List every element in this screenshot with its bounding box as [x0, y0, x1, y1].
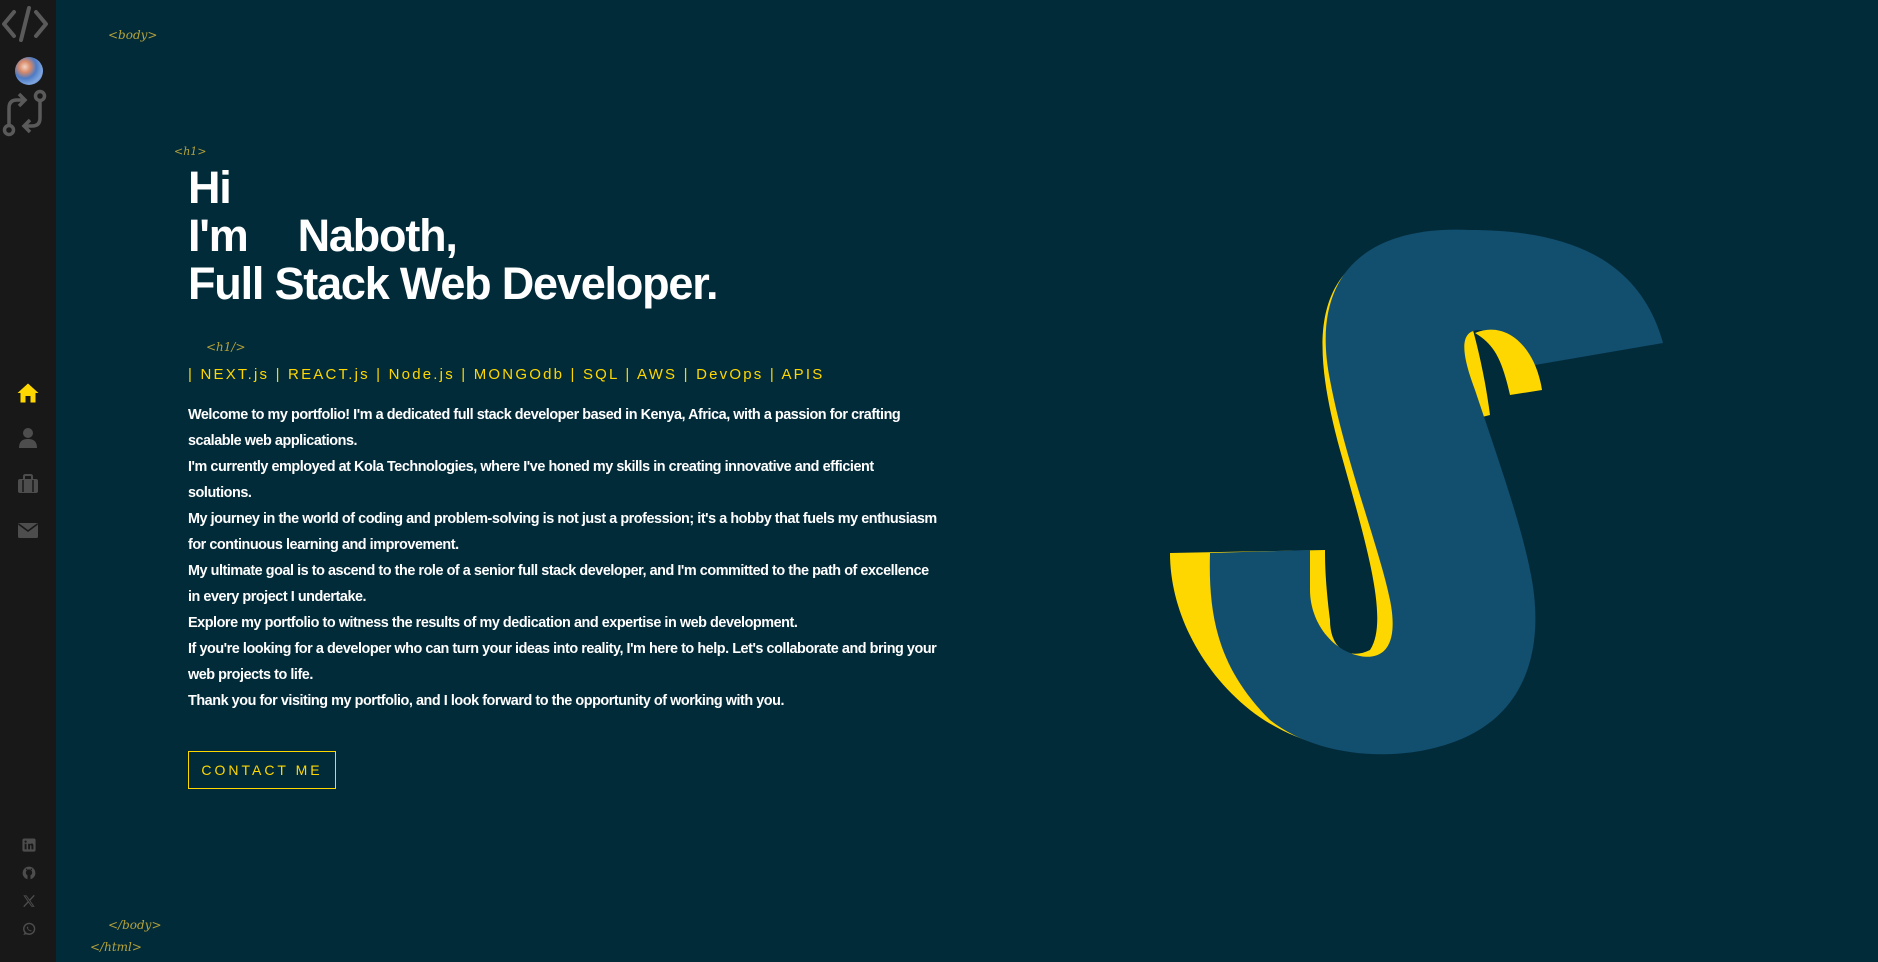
bio-paragraph: I'm currently employed at Kola Technolog… [188, 459, 874, 501]
s-logo-graphic [1170, 229, 1663, 755]
hero-greeting: Hi [188, 162, 232, 213]
user-icon[interactable] [16, 426, 40, 450]
bio-paragraph: My ultimate goal is to ascend to the rol… [188, 563, 929, 605]
hero-heading: Hi I'm Naboth, Full Stack Web Developer. [188, 162, 719, 309]
avatar[interactable] [15, 57, 43, 85]
h1-close-tag: <h1/> [206, 340, 246, 354]
body-close-tag: </body> [108, 918, 162, 932]
hero-name: Naboth, [297, 210, 458, 261]
envelope-icon[interactable] [16, 518, 40, 542]
briefcase-icon[interactable] [16, 472, 40, 496]
sidebar [0, 0, 56, 962]
bio-paragraph: My journey in the world of coding and pr… [188, 511, 937, 553]
git-compare-icon[interactable] [0, 88, 50, 138]
h1-open-tag: <h1> [174, 145, 207, 158]
s-logo-blue-layer [1209, 229, 1663, 755]
bio: Welcome to my portfolio! I'm a dedicated… [188, 402, 938, 714]
code-brackets-icon[interactable] [0, 2, 50, 46]
whatsapp-icon[interactable] [22, 922, 36, 936]
github-icon[interactable] [22, 866, 36, 880]
x-icon[interactable] [22, 894, 36, 908]
body-open-tag: <body> [108, 28, 158, 42]
bio-paragraph: Explore my portfolio to witness the resu… [188, 615, 798, 631]
hero-im: I'm [188, 210, 249, 261]
bio-paragraph: If you're looking for a developer who ca… [188, 641, 937, 683]
hero-role: Full Stack Web Developer. [188, 258, 719, 309]
bio-paragraph: Welcome to my portfolio! I'm a dedicated… [188, 407, 901, 449]
bio-paragraph: Thank you for visiting my portfolio, and… [188, 693, 785, 709]
contact-me-button[interactable]: CONTACT ME [188, 751, 336, 789]
linkedin-icon[interactable] [22, 838, 36, 852]
home-icon[interactable] [16, 381, 40, 405]
tech-stack: | NEXT.js | REACT.js | Node.js | MONGOdb… [188, 366, 825, 383]
hero-intro: I'm Naboth, [188, 212, 717, 260]
html-close-tag: </html> [90, 940, 142, 954]
